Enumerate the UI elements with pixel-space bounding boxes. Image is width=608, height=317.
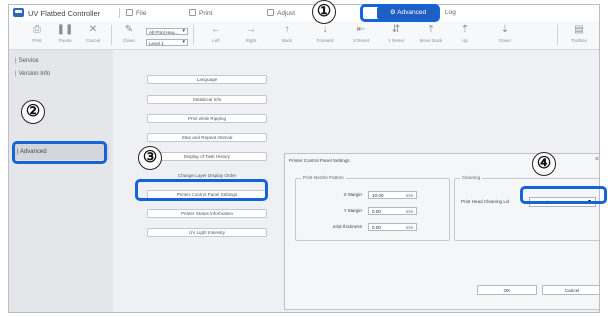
close-icon[interactable]: × [595, 156, 599, 163]
toolbar-divider [111, 25, 112, 45]
sidebar-item-service[interactable]: Service [15, 58, 39, 64]
up-button[interactable]: ⇡ Up [449, 24, 481, 44]
menu-divider [119, 8, 120, 18]
level-select[interactable]: Level 1 [146, 39, 188, 46]
toolbox-button[interactable]: ▤ Toolbox [563, 24, 595, 44]
menu-file[interactable]: File [126, 9, 146, 17]
cleaning-title: Cleaning [460, 175, 483, 180]
toolbar-divider [557, 25, 558, 45]
y-reset-icon: ⇵ [391, 24, 401, 35]
callout-4: ④ [532, 152, 556, 176]
back-button[interactable]: ↑ Back [271, 24, 303, 44]
highlight-sidebar-advanced [12, 141, 107, 164]
callout-2: ② [21, 100, 45, 124]
toolbar-divider [193, 25, 194, 45]
statistical-info-button[interactable]: Statistical Info [147, 95, 267, 104]
highlight-cleaning-select [520, 186, 607, 204]
step-repeat-interval-button[interactable]: Step and Repeat Interval [147, 133, 267, 142]
up-button-label: Up [462, 38, 468, 43]
x-margin-field[interactable]: 10.00 mm [368, 191, 417, 199]
print-menu-icon [189, 9, 196, 16]
ok-button[interactable]: OK [477, 285, 537, 295]
print-head-select[interactable]: All Print Hea... [146, 28, 188, 35]
down-icon: ⇣ [500, 24, 510, 35]
x-margin-unit: mm [406, 193, 413, 198]
menu-print-label: Print [199, 10, 213, 17]
back-icon: ↑ [284, 24, 290, 35]
highlight-advanced-tab [360, 4, 440, 22]
nozzle-pattern-group: Print Nozzle Pattern X Margin 10.00 mm Y … [295, 175, 450, 241]
x-margin-label: X Margin [343, 192, 362, 197]
cancel-button[interactable]: ✕ Cancel [77, 24, 109, 44]
clean-button-label: Clean [122, 38, 135, 43]
forward-button-label: Forward [316, 38, 334, 43]
left-button-label: Left [212, 38, 220, 43]
toolbox-button-label: Toolbox [571, 38, 587, 43]
app-title: UV Flatbed Controller [28, 9, 101, 18]
adjust-icon [267, 9, 274, 16]
right-button-label: Right [245, 38, 257, 43]
y-reset-button-label: Y Reset [387, 38, 405, 43]
move-back-button-label: Move Back [419, 38, 443, 43]
sidebar-item-version-info[interactable]: Version Info [15, 71, 51, 77]
callout-1: ① [312, 0, 336, 24]
dialog-title: Printer Control Panel Settings [289, 158, 350, 163]
y-margin-field[interactable]: 0.00 mm [368, 207, 417, 215]
material-thickness-label: erial thickness [332, 224, 362, 229]
forward-button[interactable]: ↓ Forward [309, 24, 341, 44]
x-margin-value: 10.00 [372, 193, 384, 198]
back-button-label: Back [281, 38, 293, 43]
left-button[interactable]: ← Left [200, 24, 232, 44]
highlight-control-panel-button [135, 179, 268, 201]
file-icon [126, 9, 133, 16]
clean-button[interactable]: ✎ Clean [113, 24, 145, 44]
up-icon: ⇡ [460, 24, 470, 35]
arrow-right-icon: → [246, 24, 256, 35]
menu-adjust[interactable]: Adjust [267, 9, 295, 17]
x-reset-icon: ⇤ [356, 24, 366, 35]
uv-light-intensity-button[interactable]: UV Light Intensity [147, 228, 267, 237]
material-thickness-field[interactable]: 0.00 mm [368, 223, 417, 231]
toolbar: ⎙ Print ❚❚ Pause ✕ Cancel ✎ Clean All Print … [9, 21, 599, 50]
cancel-dialog-button[interactable]: Cancel [542, 285, 599, 295]
y-margin-unit: mm [406, 209, 413, 214]
printer-control-panel-dialog: Printer Control Panel Settings × Print N… [284, 153, 599, 310]
language-button[interactable]: Language [147, 75, 267, 84]
menu-adjust-label: Adjust [277, 10, 296, 17]
y-reset-button[interactable]: ⇵ Y Reset [380, 24, 412, 44]
forward-icon: ↓ [322, 24, 328, 35]
print-while-ripping-button[interactable]: Print while Ripping [147, 114, 267, 123]
nozzle-pattern-title: Print Nozzle Pattern [301, 175, 346, 180]
cancel-button-label: Cancel [85, 38, 101, 43]
menu-file-label: File [136, 10, 147, 17]
app-logo-icon [13, 8, 24, 17]
printer-status-information-button[interactable]: Printer Status Information [147, 209, 267, 218]
callout-3: ③ [138, 146, 162, 170]
right-button[interactable]: → Right [235, 24, 267, 44]
menu-print[interactable]: Print [189, 9, 212, 17]
material-thickness-value: 0.00 [372, 225, 381, 230]
down-button-label: Down [499, 38, 511, 43]
cancel-icon: ✕ [88, 24, 98, 35]
down-button[interactable]: ⇣ Down [489, 24, 521, 44]
x-reset-button-label: X Reset [352, 38, 370, 43]
x-reset-button[interactable]: ⇤ X Reset [345, 24, 377, 44]
menu-bar: UV Flatbed Controller File Print Adjust … [9, 5, 599, 22]
menu-log[interactable]: Log [445, 9, 456, 16]
sidebar: Service Version Info | Advanced [9, 50, 114, 312]
task-history-button[interactable]: Display of Task History [147, 152, 267, 161]
y-margin-value: 0.00 [372, 209, 381, 214]
y-margin-label: Y Margin [343, 208, 362, 213]
menu-log-label: Log [445, 9, 456, 16]
move-back-icon: ⤒ [428, 24, 434, 35]
move-back-button[interactable]: ⤒ Move Back [415, 24, 447, 44]
cleaning-level-label: Print Head Cleaning Lvl [461, 199, 510, 204]
material-thickness-unit: mm [406, 225, 413, 230]
toolbox-icon: ▤ [574, 24, 584, 35]
arrow-left-icon: ← [211, 24, 221, 35]
clean-icon: ✎ [124, 24, 134, 35]
